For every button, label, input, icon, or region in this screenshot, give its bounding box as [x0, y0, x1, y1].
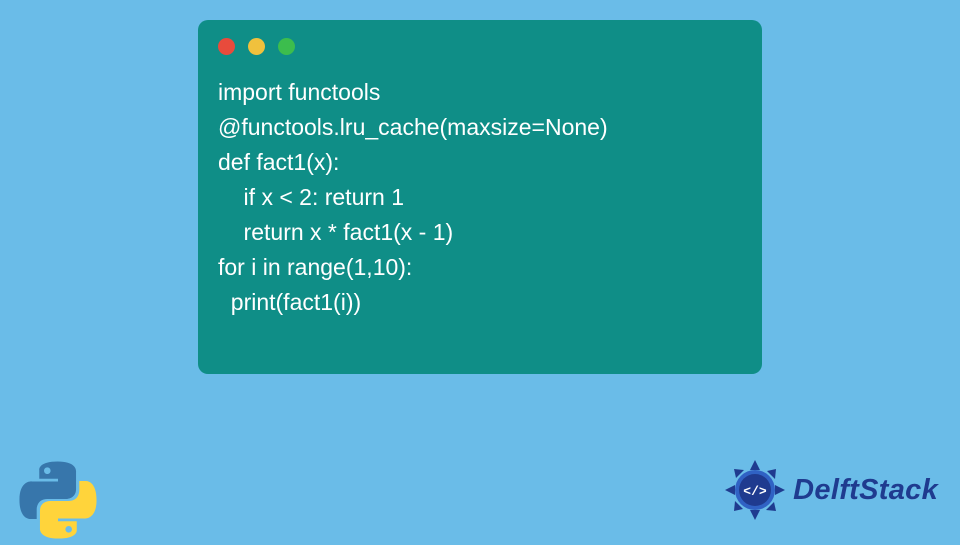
- code-line: for i in range(1,10):: [218, 250, 742, 285]
- delftstack-brand-text: DelftStack: [793, 474, 938, 507]
- code-line: return x * fact1(x - 1): [218, 215, 742, 250]
- python-logo-icon: [18, 460, 98, 540]
- delftstack-logo: </> DelftStack: [723, 458, 938, 522]
- code-window: import functools @functools.lru_cache(ma…: [198, 20, 762, 374]
- close-icon: [218, 38, 235, 55]
- code-line: import functools: [218, 75, 742, 110]
- code-line: @functools.lru_cache(maxsize=None): [218, 110, 742, 145]
- code-line: def fact1(x):: [218, 145, 742, 180]
- maximize-icon: [278, 38, 295, 55]
- delftstack-badge-icon: </>: [723, 458, 787, 522]
- minimize-icon: [248, 38, 265, 55]
- svg-text:</>: </>: [743, 484, 767, 499]
- window-controls: [218, 38, 742, 55]
- code-content: import functools @functools.lru_cache(ma…: [218, 75, 742, 320]
- code-line: print(fact1(i)): [218, 285, 742, 320]
- code-line: if x < 2: return 1: [218, 180, 742, 215]
